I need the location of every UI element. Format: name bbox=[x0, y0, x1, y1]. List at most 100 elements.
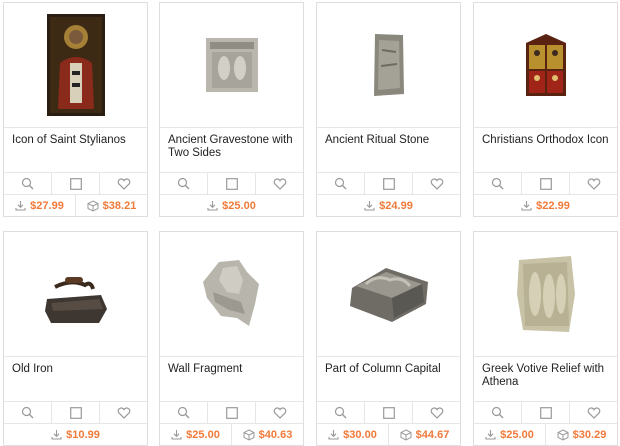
product-card[interactable]: Icon of Saint Stylianos $27.99 $38.21 bbox=[3, 2, 148, 217]
zoom-button[interactable] bbox=[474, 402, 522, 423]
product-title[interactable]: Wall Fragment bbox=[168, 363, 300, 376]
product-title[interactable]: Ancient Gravestone with Two Sides bbox=[168, 134, 300, 160]
product-actions bbox=[4, 401, 147, 423]
checkbox-icon bbox=[225, 177, 238, 190]
zoom-button[interactable] bbox=[160, 173, 208, 194]
product-prices: $10.99 bbox=[4, 423, 147, 445]
product-prices: $25.00 $40.63 bbox=[160, 423, 303, 445]
product-card[interactable]: Ancient Ritual Stone $24.99 bbox=[316, 2, 461, 217]
product-thumbnail[interactable] bbox=[317, 232, 460, 357]
favorite-button[interactable] bbox=[100, 402, 147, 423]
zoom-button[interactable] bbox=[317, 173, 365, 194]
download-price-button[interactable]: $25.00 bbox=[160, 424, 231, 445]
product-thumbnail[interactable] bbox=[4, 232, 147, 357]
heart-icon bbox=[117, 406, 130, 419]
favorite-button[interactable] bbox=[413, 402, 460, 423]
zoom-button[interactable] bbox=[474, 173, 522, 194]
magnifier-icon bbox=[334, 177, 347, 190]
magnifier-icon bbox=[21, 177, 34, 190]
product-image bbox=[525, 34, 566, 96]
cube-icon bbox=[243, 428, 255, 441]
magnifier-icon bbox=[491, 177, 504, 190]
product-image bbox=[349, 268, 428, 322]
compare-button[interactable] bbox=[365, 173, 413, 194]
product-actions bbox=[160, 172, 303, 194]
download-icon bbox=[328, 430, 339, 440]
download-icon bbox=[485, 430, 496, 440]
checkbox-icon bbox=[382, 406, 395, 419]
product-title[interactable]: Ancient Ritual Stone bbox=[325, 134, 457, 147]
compare-button[interactable] bbox=[208, 173, 256, 194]
product-card[interactable]: Ancient Gravestone with Two Sides $25.00 bbox=[159, 2, 304, 217]
product-thumbnail[interactable] bbox=[317, 3, 460, 128]
print-price-button[interactable]: $44.67 bbox=[388, 424, 460, 445]
product-title[interactable]: Christians Orthodox Icon bbox=[482, 134, 614, 147]
favorite-button[interactable] bbox=[100, 173, 147, 194]
cube-icon bbox=[557, 428, 569, 441]
product-thumbnail[interactable] bbox=[474, 3, 617, 128]
heart-icon bbox=[587, 177, 600, 190]
compare-button[interactable] bbox=[365, 402, 413, 423]
product-title[interactable]: Greek Votive Relief with Athena bbox=[482, 363, 614, 389]
heart-icon bbox=[273, 406, 286, 419]
download-price: $24.99 bbox=[379, 199, 413, 212]
product-thumbnail[interactable] bbox=[4, 3, 147, 128]
favorite-button[interactable] bbox=[256, 173, 303, 194]
product-title[interactable]: Old Iron bbox=[12, 363, 144, 376]
checkbox-icon bbox=[382, 177, 395, 190]
cube-icon bbox=[87, 199, 99, 212]
favorite-button[interactable] bbox=[570, 173, 617, 194]
zoom-button[interactable] bbox=[317, 402, 365, 423]
product-title[interactable]: Icon of Saint Stylianos bbox=[12, 134, 144, 147]
product-prices: $24.99 bbox=[317, 194, 460, 216]
product-actions bbox=[317, 401, 460, 423]
product-thumbnail[interactable] bbox=[160, 232, 303, 357]
download-price: $10.99 bbox=[66, 428, 100, 441]
download-icon bbox=[207, 201, 218, 211]
zoom-button[interactable] bbox=[4, 402, 52, 423]
download-price-button[interactable]: $24.99 bbox=[317, 195, 460, 216]
product-image bbox=[202, 260, 259, 326]
zoom-button[interactable] bbox=[4, 173, 52, 194]
product-prices: $22.99 bbox=[474, 194, 617, 216]
product-actions bbox=[317, 172, 460, 194]
print-price: $30.29 bbox=[572, 428, 607, 441]
product-actions bbox=[474, 401, 617, 423]
product-prices: $30.00 $44.67 bbox=[317, 423, 460, 445]
checkbox-icon bbox=[69, 177, 82, 190]
magnifier-icon bbox=[177, 406, 190, 419]
print-price-button[interactable]: $38.21 bbox=[75, 195, 147, 216]
compare-button[interactable] bbox=[52, 402, 100, 423]
print-price: $44.67 bbox=[415, 428, 450, 441]
product-card[interactable]: Old Iron $10.99 bbox=[3, 231, 148, 446]
checkbox-icon bbox=[69, 406, 82, 419]
download-price-button[interactable]: $25.00 bbox=[160, 195, 303, 216]
download-icon bbox=[51, 430, 62, 440]
download-price-button[interactable]: $25.00 bbox=[474, 424, 545, 445]
compare-button[interactable] bbox=[522, 173, 570, 194]
download-price-button[interactable]: $22.99 bbox=[474, 195, 617, 216]
product-card[interactable]: Wall Fragment $25.00 $40.63 bbox=[159, 231, 304, 446]
product-card[interactable]: Christians Orthodox Icon $22.99 bbox=[473, 2, 618, 217]
zoom-button[interactable] bbox=[160, 402, 208, 423]
checkbox-icon bbox=[225, 406, 238, 419]
product-thumbnail[interactable] bbox=[160, 3, 303, 128]
download-price-button[interactable]: $30.00 bbox=[317, 424, 388, 445]
product-card[interactable]: Greek Votive Relief with Athena $25.00 $… bbox=[473, 231, 618, 446]
compare-button[interactable] bbox=[52, 173, 100, 194]
favorite-button[interactable] bbox=[256, 402, 303, 423]
product-card[interactable]: Part of Column Capital $30.00 $44.67 bbox=[316, 231, 461, 446]
heart-icon bbox=[273, 177, 286, 190]
download-icon bbox=[521, 201, 532, 211]
compare-button[interactable] bbox=[208, 402, 256, 423]
heart-icon bbox=[430, 177, 443, 190]
favorite-button[interactable] bbox=[413, 173, 460, 194]
compare-button[interactable] bbox=[522, 402, 570, 423]
download-price-button[interactable]: $10.99 bbox=[4, 424, 147, 445]
product-title[interactable]: Part of Column Capital bbox=[325, 363, 457, 376]
print-price-button[interactable]: $40.63 bbox=[231, 424, 303, 445]
download-price-button[interactable]: $27.99 bbox=[4, 195, 75, 216]
favorite-button[interactable] bbox=[570, 402, 617, 423]
print-price-button[interactable]: $30.29 bbox=[545, 424, 617, 445]
product-thumbnail[interactable] bbox=[474, 232, 617, 357]
